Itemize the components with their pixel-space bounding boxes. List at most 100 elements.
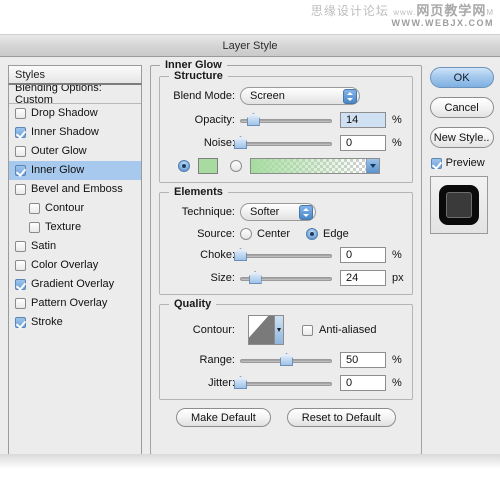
effect-enable-checkbox[interactable] bbox=[29, 222, 40, 233]
technique-value: Softer bbox=[250, 206, 280, 218]
styles-rows: Drop Shadow Inner Shadow Outer Glow Inner G… bbox=[9, 104, 141, 332]
sidebar-item-inner-glow[interactable]: Inner Glow bbox=[9, 161, 141, 180]
default-buttons-row: Make Default Reset to Default bbox=[159, 408, 413, 427]
sidebar-item-satin[interactable]: Satin bbox=[9, 237, 141, 256]
range-slider[interactable] bbox=[240, 353, 332, 367]
dialog-titlebar[interactable]: Layer Style bbox=[0, 35, 500, 57]
sidebar-item-texture[interactable]: Texture bbox=[9, 218, 141, 237]
anti-aliased-checkbox[interactable] bbox=[302, 324, 313, 336]
effect-enable-checkbox[interactable] bbox=[15, 260, 26, 271]
new-style-button[interactable]: New Style.. bbox=[429, 127, 494, 148]
effect-enable-checkbox[interactable] bbox=[15, 184, 26, 195]
technique-select[interactable]: Softer bbox=[240, 203, 316, 221]
range-label: Range: bbox=[199, 354, 235, 366]
opacity-slider-thumb[interactable] bbox=[246, 113, 260, 126]
noise-value: 0 bbox=[346, 137, 353, 149]
chevron-down-icon[interactable] bbox=[274, 316, 283, 344]
cancel-button[interactable]: Cancel bbox=[429, 97, 494, 118]
sidebar-item-label: Satin bbox=[31, 240, 57, 252]
size-row: Size: 24 px bbox=[168, 270, 404, 286]
sidebar-item-drop-shadow[interactable]: Drop Shadow bbox=[9, 104, 141, 123]
chevron-updown-icon bbox=[299, 204, 313, 220]
jitter-input[interactable]: 0 bbox=[340, 375, 386, 391]
noise-input[interactable]: 0 bbox=[340, 135, 386, 151]
effect-enable-checkbox[interactable] bbox=[15, 127, 26, 138]
effect-enable-checkbox[interactable] bbox=[15, 241, 26, 252]
noise-slider[interactable] bbox=[234, 136, 332, 150]
range-unit: % bbox=[392, 354, 402, 366]
gradient-preview[interactable] bbox=[250, 158, 380, 174]
sidebar-item-bevel-and-emboss[interactable]: Bevel and Emboss bbox=[9, 180, 141, 199]
sidebar-item-label: Outer Glow bbox=[31, 145, 87, 157]
jitter-label: Jitter: bbox=[208, 377, 235, 389]
effect-enable-checkbox[interactable] bbox=[15, 317, 26, 328]
sidebar-item-inner-shadow[interactable]: Inner Shadow bbox=[9, 123, 141, 142]
contour-picker[interactable] bbox=[248, 315, 284, 345]
preview-toggle[interactable]: Preview bbox=[430, 157, 494, 169]
choke-slider-track bbox=[240, 254, 332, 258]
glow-color-swatch[interactable] bbox=[198, 158, 218, 174]
jitter-slider[interactable] bbox=[234, 376, 332, 390]
source-center-radio[interactable] bbox=[240, 228, 252, 240]
preview-artwork bbox=[438, 185, 479, 225]
choke-slider[interactable] bbox=[234, 248, 332, 262]
effect-enable-checkbox[interactable] bbox=[15, 279, 26, 290]
structure-group-title: Structure bbox=[169, 70, 228, 82]
fill-color-radio[interactable] bbox=[178, 160, 190, 172]
source-edge-radio[interactable] bbox=[306, 228, 319, 240]
watermark-suffix: M bbox=[486, 8, 494, 17]
choke-input[interactable]: 0 bbox=[340, 247, 386, 263]
blend-mode-select[interactable]: Screen bbox=[240, 87, 360, 105]
reset-to-default-button[interactable]: Reset to Default bbox=[286, 408, 396, 427]
dialog-body: Styles Blending Options: Custom Drop Sha… bbox=[0, 57, 500, 455]
sidebar-item-label: Contour bbox=[45, 202, 85, 214]
ok-button[interactable]: OK bbox=[429, 67, 494, 88]
sidebar-item-color-overlay[interactable]: Color Overlay bbox=[9, 256, 141, 275]
fill-gradient-radio[interactable] bbox=[230, 160, 242, 172]
opacity-slider[interactable] bbox=[240, 113, 332, 127]
sidebar-item-label: Texture bbox=[45, 221, 82, 233]
source-center-label: Center bbox=[257, 228, 291, 240]
chevron-updown-icon bbox=[343, 88, 357, 104]
effect-enable-checkbox[interactable] bbox=[15, 146, 26, 157]
jitter-row: Jitter: 0 % bbox=[168, 375, 404, 391]
gradient-fill bbox=[251, 159, 365, 173]
size-slider-thumb[interactable] bbox=[248, 271, 262, 284]
watermark-site-name: 网页教学网 bbox=[416, 3, 487, 18]
sidebar-item-label: Stroke bbox=[31, 316, 63, 328]
size-input[interactable]: 24 bbox=[340, 270, 386, 286]
glow-fill-row bbox=[168, 158, 404, 174]
range-value: 50 bbox=[346, 354, 359, 366]
choke-unit: % bbox=[392, 249, 402, 261]
sidebar-item-pattern-overlay[interactable]: Pattern Overlay bbox=[9, 294, 141, 313]
quality-group-title: Quality bbox=[169, 298, 217, 310]
effect-enable-checkbox[interactable] bbox=[15, 165, 26, 176]
size-slider[interactable] bbox=[240, 271, 332, 285]
range-slider-thumb[interactable] bbox=[280, 353, 293, 366]
sidebar-item-stroke[interactable]: Stroke bbox=[9, 313, 141, 332]
effect-enable-checkbox[interactable] bbox=[15, 298, 26, 309]
opacity-label: Opacity: bbox=[194, 114, 235, 126]
sidebar-item-contour[interactable]: Contour bbox=[9, 199, 141, 218]
structure-group: Structure Blend Mode: Screen Opacity: 14… bbox=[159, 70, 413, 183]
blend-mode-row: Blend Mode: Screen bbox=[168, 87, 404, 105]
styles-panel: Styles Blending Options: Custom Drop Sha… bbox=[8, 65, 142, 455]
chevron-down-icon[interactable] bbox=[366, 159, 379, 173]
opacity-input[interactable]: 14 bbox=[340, 112, 386, 128]
sidebar-item-label: Inner Shadow bbox=[31, 126, 99, 138]
effect-enable-checkbox[interactable] bbox=[15, 108, 26, 119]
choke-value: 0 bbox=[346, 249, 353, 261]
styles-list[interactable]: Blending Options: Custom Drop Shadow Inne… bbox=[8, 85, 142, 455]
sidebar-item-blending-options[interactable]: Blending Options: Custom bbox=[9, 85, 141, 106]
sidebar-item-gradient-overlay[interactable]: Gradient Overlay bbox=[9, 275, 141, 294]
technique-row: Technique: Softer bbox=[168, 203, 404, 221]
make-default-button[interactable]: Make Default bbox=[175, 408, 271, 427]
source-label: Source: bbox=[197, 228, 235, 240]
dialog-title: Layer Style bbox=[222, 39, 278, 52]
contour-curve-icon bbox=[249, 316, 274, 344]
range-input[interactable]: 50 bbox=[340, 352, 386, 368]
preview-checkbox[interactable] bbox=[430, 157, 442, 169]
sidebar-item-outer-glow[interactable]: Outer Glow bbox=[9, 142, 141, 161]
layer-style-dialog: Layer Style Styles Blending Options: Cus… bbox=[0, 34, 500, 455]
effect-enable-checkbox[interactable] bbox=[29, 203, 40, 214]
